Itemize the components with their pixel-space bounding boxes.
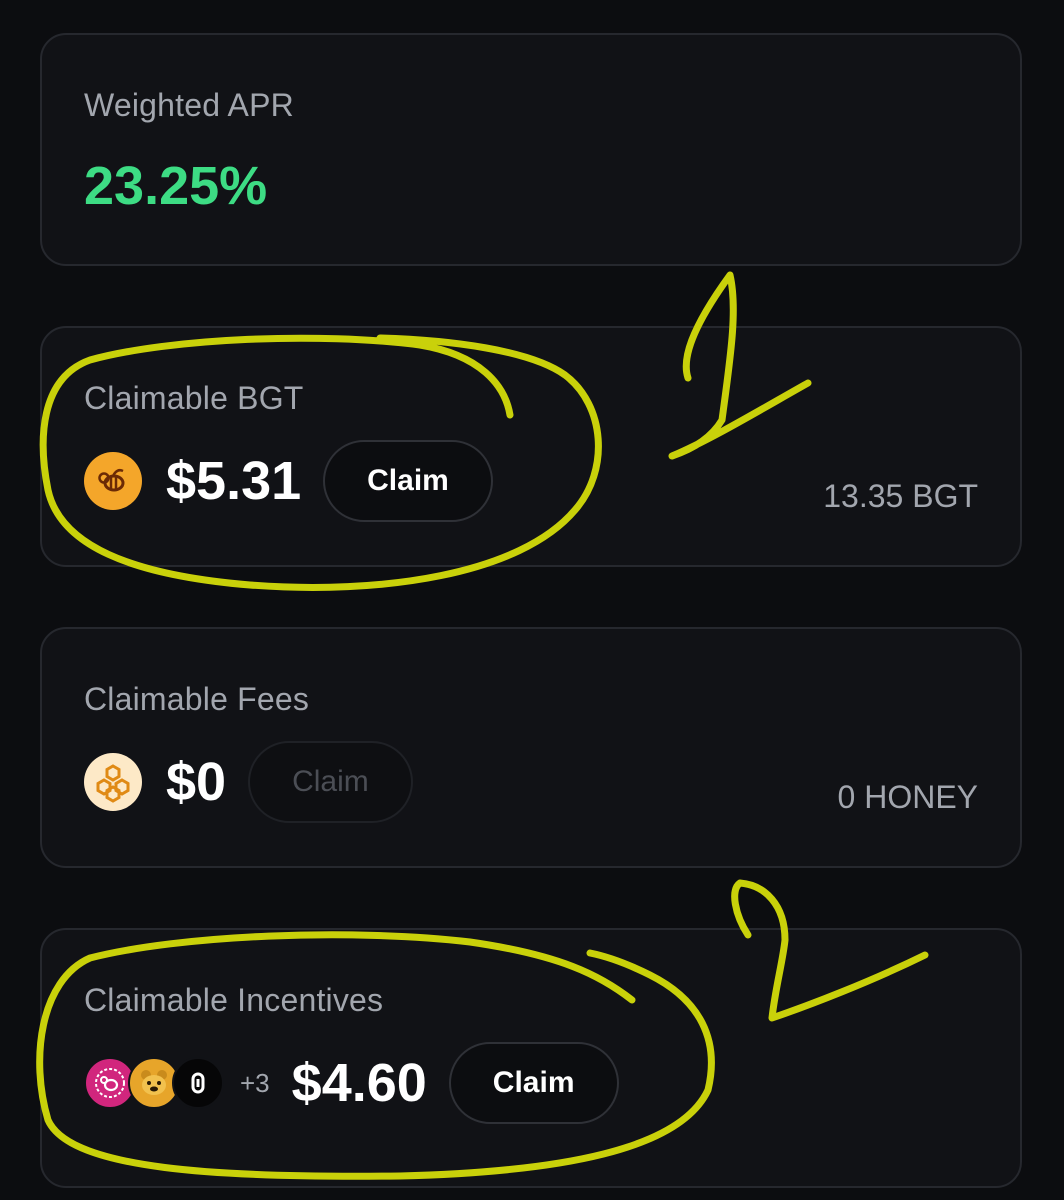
claimable-fees-card: Claimable Fees $0 Claim 0 HONEY xyxy=(40,627,1022,868)
bgt-bee-icon xyxy=(84,452,142,510)
weighted-apr-label: Weighted APR xyxy=(84,87,294,123)
claim-bgt-button[interactable]: Claim xyxy=(323,440,493,522)
honey-balance: 0 HONEY xyxy=(837,779,978,815)
claimable-bgt-card: Claimable BGT $5.31 Claim 13.35 BGT xyxy=(40,326,1022,567)
honeycomb-icon xyxy=(84,753,142,811)
claimable-fees-label: Claimable Fees xyxy=(84,681,310,717)
claimable-incentives-label: Claimable Incentives xyxy=(84,982,384,1018)
claimable-incentives-card: Claimable Incentives +3 $4.60 Claim xyxy=(40,928,1022,1188)
weighted-apr-value: 23.25% xyxy=(84,156,268,216)
claimable-fees-row: $0 Claim xyxy=(84,741,413,823)
bgt-balance: 13.35 BGT xyxy=(823,478,978,514)
claimable-fees-amount: $0 xyxy=(166,752,227,812)
claimable-bgt-amount: $5.31 xyxy=(166,451,302,511)
claim-incentives-button[interactable]: Claim xyxy=(448,1042,619,1124)
incentive-token-stack xyxy=(84,1057,224,1109)
black-token-icon xyxy=(172,1057,224,1109)
claimable-bgt-row: $5.31 Claim xyxy=(84,440,493,522)
claimable-incentives-amount: $4.60 xyxy=(291,1053,427,1113)
claimable-bgt-label: Claimable BGT xyxy=(84,380,304,416)
claim-fees-button[interactable]: Claim xyxy=(248,741,413,823)
more-tokens-count: +3 xyxy=(240,1067,270,1098)
claimable-incentives-row: +3 $4.60 Claim xyxy=(84,1042,619,1124)
weighted-apr-card: Weighted APR 23.25% xyxy=(40,33,1022,266)
